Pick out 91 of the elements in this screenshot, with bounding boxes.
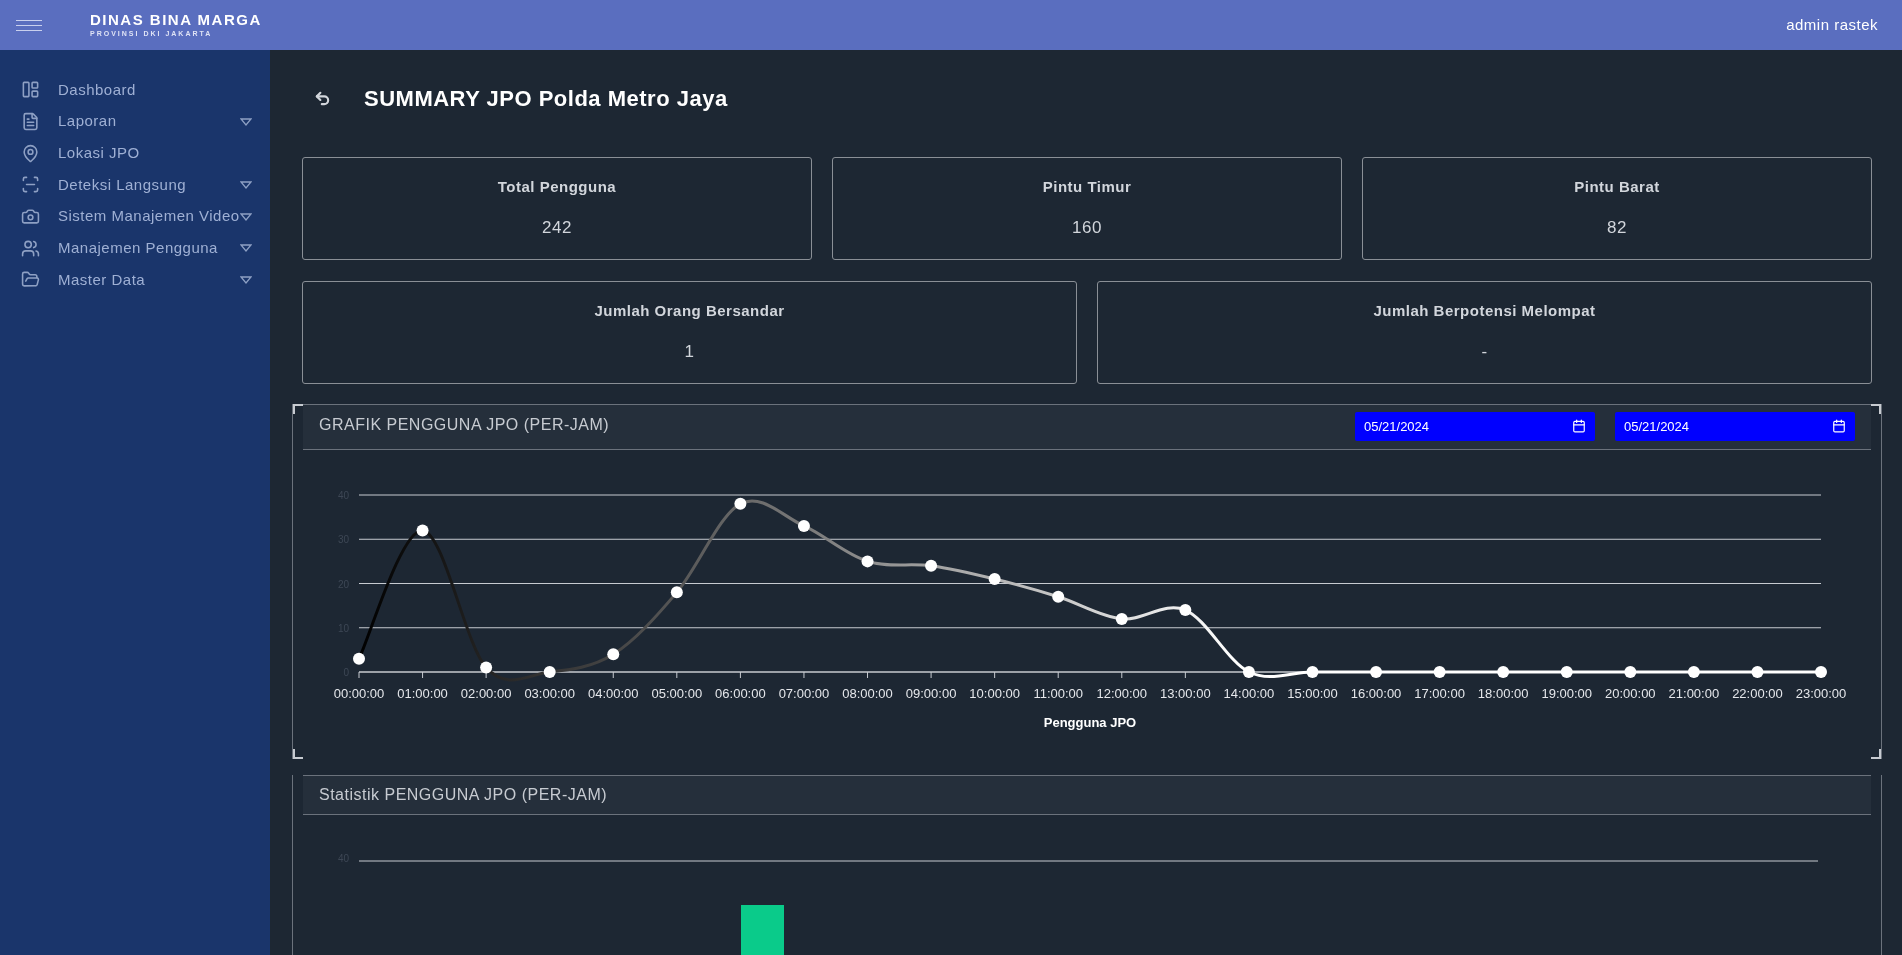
x-tick-label: 08:00:00 [842, 685, 893, 701]
data-point [480, 661, 493, 674]
data-point [1242, 665, 1255, 678]
data-point [797, 519, 810, 532]
data-point [1306, 665, 1319, 678]
panel-title: GRAFIK PENGGUNA JPO (PER-JAM) [319, 414, 610, 435]
data-point [1115, 612, 1128, 625]
data-point [1624, 665, 1637, 678]
stat-label: Jumlah Orang Bersandar [594, 301, 785, 322]
sidebar-item-icon [21, 238, 40, 258]
x-tick-label: 06:00:00 [715, 685, 766, 701]
page-title: SUMMARY JPO Polda Metro Jaya [364, 85, 728, 114]
x-tick-label: 00:00:00 [333, 685, 385, 701]
data-point [734, 497, 747, 510]
date-field[interactable]: 05/21/2024 [1355, 412, 1595, 442]
data-point [1179, 603, 1192, 616]
x-tick-label: 11:00:00 [1033, 685, 1084, 701]
x-tick-label: 17:00:00 [1414, 685, 1465, 701]
data-point [607, 647, 620, 660]
x-tick-label: 10:00:00 [969, 685, 1020, 701]
caret-icon [240, 180, 252, 189]
stat-label: Pintu Timur [1042, 177, 1132, 198]
x-tick-label: 23:00:00 [1795, 685, 1847, 701]
x-tick-label: 22:00:00 [1732, 685, 1783, 701]
x-tick-label: 18:00:00 [1477, 685, 1529, 701]
stat-value: 1 [684, 340, 695, 363]
data-point [1370, 665, 1383, 678]
sidebar-item[interactable]: Sistem Manajemen Video [0, 200, 270, 233]
sidebar-item-icon [21, 143, 40, 163]
data-point [416, 523, 429, 536]
sidebar-item-icon [21, 80, 40, 100]
stat-value: 242 [542, 216, 572, 239]
data-point [1497, 665, 1510, 678]
calendar-icon[interactable] [1832, 419, 1846, 434]
date-field[interactable]: 05/21/2024 [1615, 412, 1855, 442]
x-tick-label: 02:00:00 [460, 685, 512, 701]
x-tick-label: 20:00:00 [1605, 685, 1656, 701]
stat-label: Total Pengguna [497, 177, 617, 198]
caret-icon [240, 275, 252, 284]
data-point [353, 652, 365, 665]
x-tick-label: 04:00:00 [587, 685, 639, 701]
data-point [925, 559, 938, 572]
data-point [1687, 665, 1700, 678]
data-point [988, 572, 1001, 585]
x-tick-label: 19:00:00 [1541, 685, 1593, 701]
data-point [861, 554, 874, 567]
stat-value: 160 [1072, 216, 1102, 239]
sidebar-item[interactable]: Manajemen Pengguna [0, 232, 270, 265]
data-point [1751, 665, 1764, 678]
sidebar-item-icon [21, 175, 40, 195]
calendar-icon[interactable] [1572, 419, 1586, 434]
stat-value: 82 [1607, 216, 1627, 239]
panel-title: Statistik PENGGUNA JPO (PER-JAM) [319, 785, 608, 805]
x-tick-label: 13:00:00 [1160, 685, 1211, 701]
legend-label: Pengguna JPO [1043, 714, 1137, 730]
sidebar-item-icon [21, 207, 40, 227]
user-name[interactable]: admin rastek [1786, 13, 1878, 37]
caret-icon [240, 212, 252, 221]
data-point [543, 665, 556, 678]
data-point [1560, 665, 1573, 678]
sidebar-item-icon [21, 112, 40, 132]
x-tick-label: 15:00:00 [1287, 685, 1338, 701]
x-tick-label: 21:00:00 [1668, 685, 1720, 701]
x-tick-label: 12:00:00 [1096, 685, 1148, 701]
caret-icon [240, 244, 252, 253]
app-title: DINAS BINA MARGA [90, 10, 262, 29]
sidebar-item[interactable]: Laporan [0, 105, 270, 138]
data-point [670, 585, 683, 598]
sidebar-item[interactable]: Deteksi Langsung [0, 169, 270, 201]
stat-label: Pintu Barat [1574, 177, 1660, 198]
x-tick-label: 07:00:00 [778, 685, 830, 701]
x-tick-label: 09:00:00 [905, 685, 957, 701]
x-tick-label: 05:00:00 [651, 685, 703, 701]
stat-label: Jumlah Berpotensi Melompat [1373, 301, 1596, 322]
data-point [1815, 665, 1827, 678]
sidebar-item[interactable]: Master Data [0, 264, 270, 296]
x-tick-label: 01:00:00 [397, 685, 448, 701]
stat-value: - [1481, 340, 1488, 363]
corner-bracket [1871, 749, 1881, 759]
data-point [1052, 590, 1065, 603]
x-tick-label: 03:00:00 [524, 685, 575, 701]
corner-bracket [293, 749, 303, 759]
menu-icon[interactable] [16, 19, 42, 31]
caret-icon [240, 117, 252, 126]
x-tick-label: 16:00:00 [1350, 685, 1402, 701]
sidebar-item[interactable]: Lokasi JPO [0, 137, 270, 170]
data-point [1433, 665, 1446, 678]
sidebar-item-icon [21, 270, 40, 290]
sidebar-item[interactable]: Dashboard [0, 74, 270, 106]
x-tick-label: 14:00:00 [1223, 685, 1275, 701]
back-icon [313, 90, 331, 108]
